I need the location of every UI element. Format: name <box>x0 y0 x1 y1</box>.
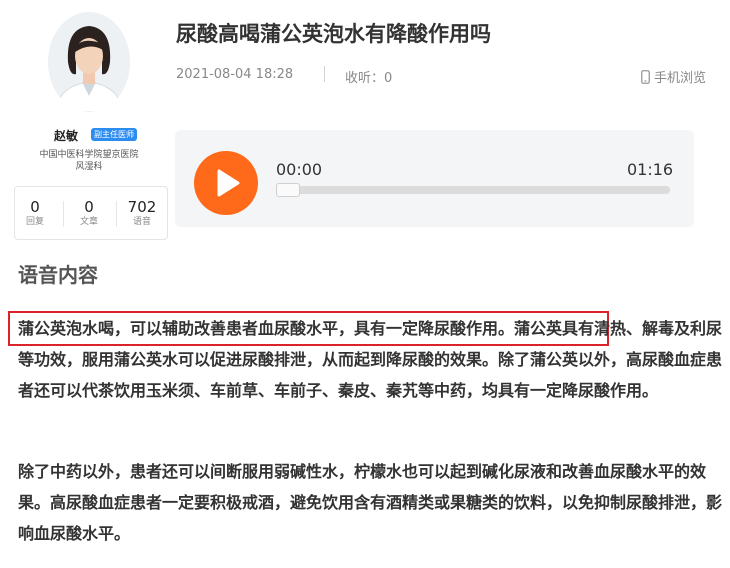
current-time: 00:00 <box>276 160 323 179</box>
stat-voice-label: 语音 <box>132 217 151 227</box>
doctor-title-badge: 副主任医师 <box>91 128 137 141</box>
play-button[interactable] <box>194 151 258 215</box>
mobile-browse-link[interactable]: 手机浏览 <box>641 67 706 88</box>
doctor-stats: 0 回复 0 文章 702 语音 <box>14 186 168 240</box>
department-name: 风湿科 <box>75 162 103 172</box>
stat-articles[interactable]: 0 文章 <box>63 198 115 228</box>
meta-divider <box>324 66 325 82</box>
section-heading: 语音内容 <box>18 263 98 287</box>
phone-icon <box>641 70 650 88</box>
doctor-photo <box>48 12 130 112</box>
play-icon <box>217 169 240 197</box>
article-title: 尿酸高喝蒲公英泡水有降酸作用吗 <box>176 22 491 46</box>
content-paragraph-2: 除了中药以外，患者还可以间断服用弱碱性水，柠檬水也可以起到碱化尿液和改善血尿酸水… <box>18 462 723 543</box>
highlighted-sentence: 蒲公英泡水喝，可以辅助改善患者血尿酸水平，具有一定降尿酸作用。 <box>18 319 515 338</box>
stat-replies[interactable]: 0 回复 <box>9 198 61 228</box>
publish-date: 2021-08-04 18:28 <box>176 67 294 82</box>
hospital-name: 中国中医科学院望京医院 <box>39 150 139 160</box>
stat-replies-count: 0 <box>30 198 40 216</box>
doctor-avatar[interactable] <box>48 12 130 112</box>
doctor-affiliation: 中国中医科学院望京医院 风湿科 <box>20 149 158 173</box>
stat-replies-label: 回复 <box>25 217 44 227</box>
stat-articles-label: 文章 <box>79 217 98 227</box>
progress-track[interactable] <box>276 186 670 194</box>
total-duration: 01:16 <box>627 160 674 179</box>
stat-articles-count: 0 <box>84 198 94 216</box>
stat-voice-count: 702 <box>127 198 157 216</box>
audio-player: 00:00 01:16 <box>175 130 694 227</box>
content-paragraph-1: 蒲公英泡水喝，可以辅助改善患者血尿酸水平，具有一定降尿酸作用。蒲公英具有清热、解… <box>18 313 724 406</box>
doctor-name[interactable]: 赵敏 <box>54 127 78 144</box>
listen-count: 收听：0 <box>345 71 393 86</box>
progress-handle[interactable] <box>276 183 300 197</box>
mobile-browse-label: 手机浏览 <box>654 71 707 86</box>
stat-voice[interactable]: 702 语音 <box>116 198 168 228</box>
doctor-name-row: 赵敏 副主任医师 <box>54 127 154 143</box>
